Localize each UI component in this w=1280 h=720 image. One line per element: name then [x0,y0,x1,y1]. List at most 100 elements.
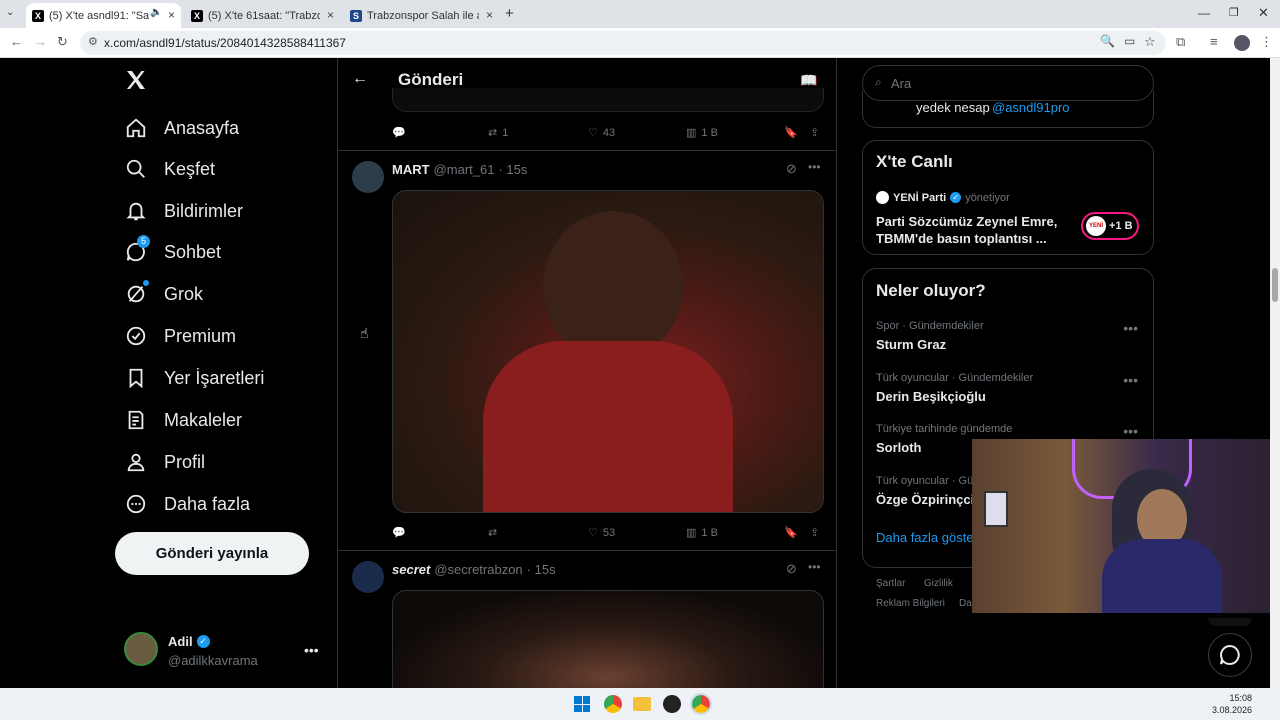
tweet-author[interactable]: MART [392,162,430,177]
zoom-icon[interactable]: 🔍 [1100,34,1115,48]
new-tab-icon[interactable]: + [505,5,514,22]
back-icon[interactable]: ← [10,34,23,49]
trend-item[interactable]: Türk oyuncular · Gündemdekiler Derin Beş… [876,372,1146,404]
minimize-icon[interactable]: — [1198,6,1210,20]
tweet-avatar[interactable] [352,561,384,593]
nav-chat[interactable]: 5 Sohbet [124,232,221,272]
reply-icon[interactable]: 💬 [392,126,406,139]
streamer-body [1102,539,1222,613]
close-tab-icon[interactable]: × [168,8,175,22]
tweet-more-icon[interactable]: ••• [808,160,821,174]
menu-dots-icon[interactable]: ⋮ [1260,34,1273,50]
profile-avatar-icon[interactable] [1234,35,1250,51]
extensions-icon[interactable]: ⧉ [1176,34,1185,50]
tweet-author[interactable]: secret [392,562,430,577]
live-hosting-label: yönetiyor [965,191,1010,204]
footer-link[interactable]: Reklam Bilgileri [876,598,945,609]
views-button[interactable]: ▥ 1 B [686,526,718,540]
restore-icon[interactable]: ❐ [1229,6,1239,19]
trend-item[interactable]: Spor · Gündemdekiler Sturm Graz ••• [876,320,1146,352]
views-button[interactable]: ▥ 1 B [686,126,718,140]
clock-date[interactable]: 3.08.2026 [1208,705,1252,715]
reload-icon[interactable]: ↻ [57,34,68,50]
bookmark-star-icon[interactable]: ☆ [1144,34,1156,50]
x-logo-icon[interactable] [124,68,150,94]
user-name-row[interactable]: Adil ✓ [168,634,210,649]
user-avatar[interactable] [124,632,158,666]
bookmark-icon[interactable]: 🔖 [784,126,798,139]
tweet-image[interactable] [392,590,824,688]
post-button[interactable]: Gönderi yayınla [115,532,309,575]
view-count: 1 B [701,526,718,539]
grok-explain-icon[interactable]: ⊘ [786,161,797,177]
browser-tab-3[interactable]: S Trabzonspor Salah ile aynı uçak × [344,3,499,28]
footer-link[interactable]: Gizlilik [924,578,953,589]
live-listeners-badge[interactable]: YENİ +1 B [1081,212,1139,240]
windows-start-icon[interactable] [574,696,590,712]
retweet-button[interactable]: ⇄ 1 [488,126,508,140]
tweet-handle[interactable]: @secretrabzon [434,562,522,577]
file-explorer-icon[interactable] [633,697,651,711]
close-tab-icon[interactable]: × [486,8,493,22]
browser-tab-2[interactable]: X (5) X'te 61saat: "Trabzonspor Sa × [185,3,340,28]
tweet-handle[interactable]: @mart_61 [434,162,495,177]
nav-grok[interactable]: Grok [124,274,203,314]
account-menu-icon[interactable]: ••• [304,642,319,658]
page-title: Gönderi [398,70,464,89]
nav-notifications[interactable]: Bildirimler [124,191,243,231]
footer-link[interactable]: Şartlar [876,578,905,589]
nav-bookmarks[interactable]: Yer İşaretleri [124,358,264,398]
share-icon[interactable]: ⇪ [810,526,819,539]
like-count: 53 [602,526,616,539]
obs-icon[interactable] [663,695,681,713]
chrome-icon[interactable] [604,695,622,713]
live-topic[interactable]: Parti Sözcümüz Zeynel Emre, TBMM'de bası… [876,213,1057,247]
scrollbar[interactable] [1270,58,1280,688]
scrollbar-thumb[interactable] [1272,268,1278,302]
tweet-time[interactable]: · 15s [527,562,556,577]
nav-articles[interactable]: Makaleler [124,400,242,440]
nav-profile[interactable]: Profil [124,442,205,482]
bio-link[interactable]: @asndl91pro [992,100,1070,115]
trend-more-icon[interactable]: ••• [1123,372,1138,388]
footer-link[interactable]: Da [959,598,972,609]
share-icon[interactable]: ⇪ [810,126,819,139]
close-tab-icon[interactable]: × [327,8,334,22]
browser-tab-1[interactable]: X (5) X'te asndl91: "Salah geli 🔈 × [26,3,181,28]
nav-explore[interactable]: Keşfet [124,149,215,189]
tweet-time[interactable]: · 15s [498,162,527,177]
back-arrow-icon[interactable]: ← [352,70,368,88]
live-host-row[interactable]: YENİ Parti ✓ yönetiyor [876,191,1010,204]
clock-time[interactable]: 15:08 [1218,693,1252,703]
nav-premium[interactable]: Premium [124,316,236,356]
audio-icon[interactable]: 🔈 [150,7,162,18]
user-name: Adil [168,634,193,649]
site-info-icon[interactable]: ⚙ [88,35,98,48]
reply-icon[interactable]: 💬 [392,526,406,539]
tweet-video[interactable] [392,190,824,513]
browser-toolbar: ← → ↻ ⚙ x.com/asndl91/status/20840143285… [0,28,1280,58]
forward-icon[interactable]: → [34,34,47,49]
trend-more-icon[interactable]: ••• [1123,320,1138,336]
chrome-active-icon[interactable] [690,693,712,715]
tweet-avatar[interactable] [352,161,384,193]
show-more-link[interactable]: Daha fazla göste [876,530,974,545]
address-bar[interactable]: ⚙ x.com/asndl91/status/20840143285884113… [80,31,1166,55]
close-window-icon[interactable]: ✕ [1258,5,1269,21]
like-button[interactable]: ♡ 53 [588,526,616,540]
like-button[interactable]: ♡ 43 [588,126,615,140]
retweet-icon[interactable]: ⇄ [488,526,497,539]
nav-more[interactable]: Daha fazla [124,484,250,524]
cast-icon[interactable]: ▭ [1124,34,1135,48]
bookmark-icon[interactable]: 🔖 [784,526,798,539]
chat-fab[interactable] [1208,633,1252,677]
trend-more-icon[interactable]: ••• [1123,423,1138,439]
reader-view-icon[interactable]: 📖 [800,72,817,89]
home-icon [124,116,148,140]
media-icon[interactable]: ≡ [1210,34,1218,49]
grok-explain-icon[interactable]: ⊘ [786,561,797,577]
tweet-more-icon[interactable]: ••• [808,560,821,574]
nav-home[interactable]: Anasayfa [124,108,239,148]
nav-label: Makaleler [164,409,243,430]
tab-search-icon[interactable]: ⌄ [6,7,14,18]
